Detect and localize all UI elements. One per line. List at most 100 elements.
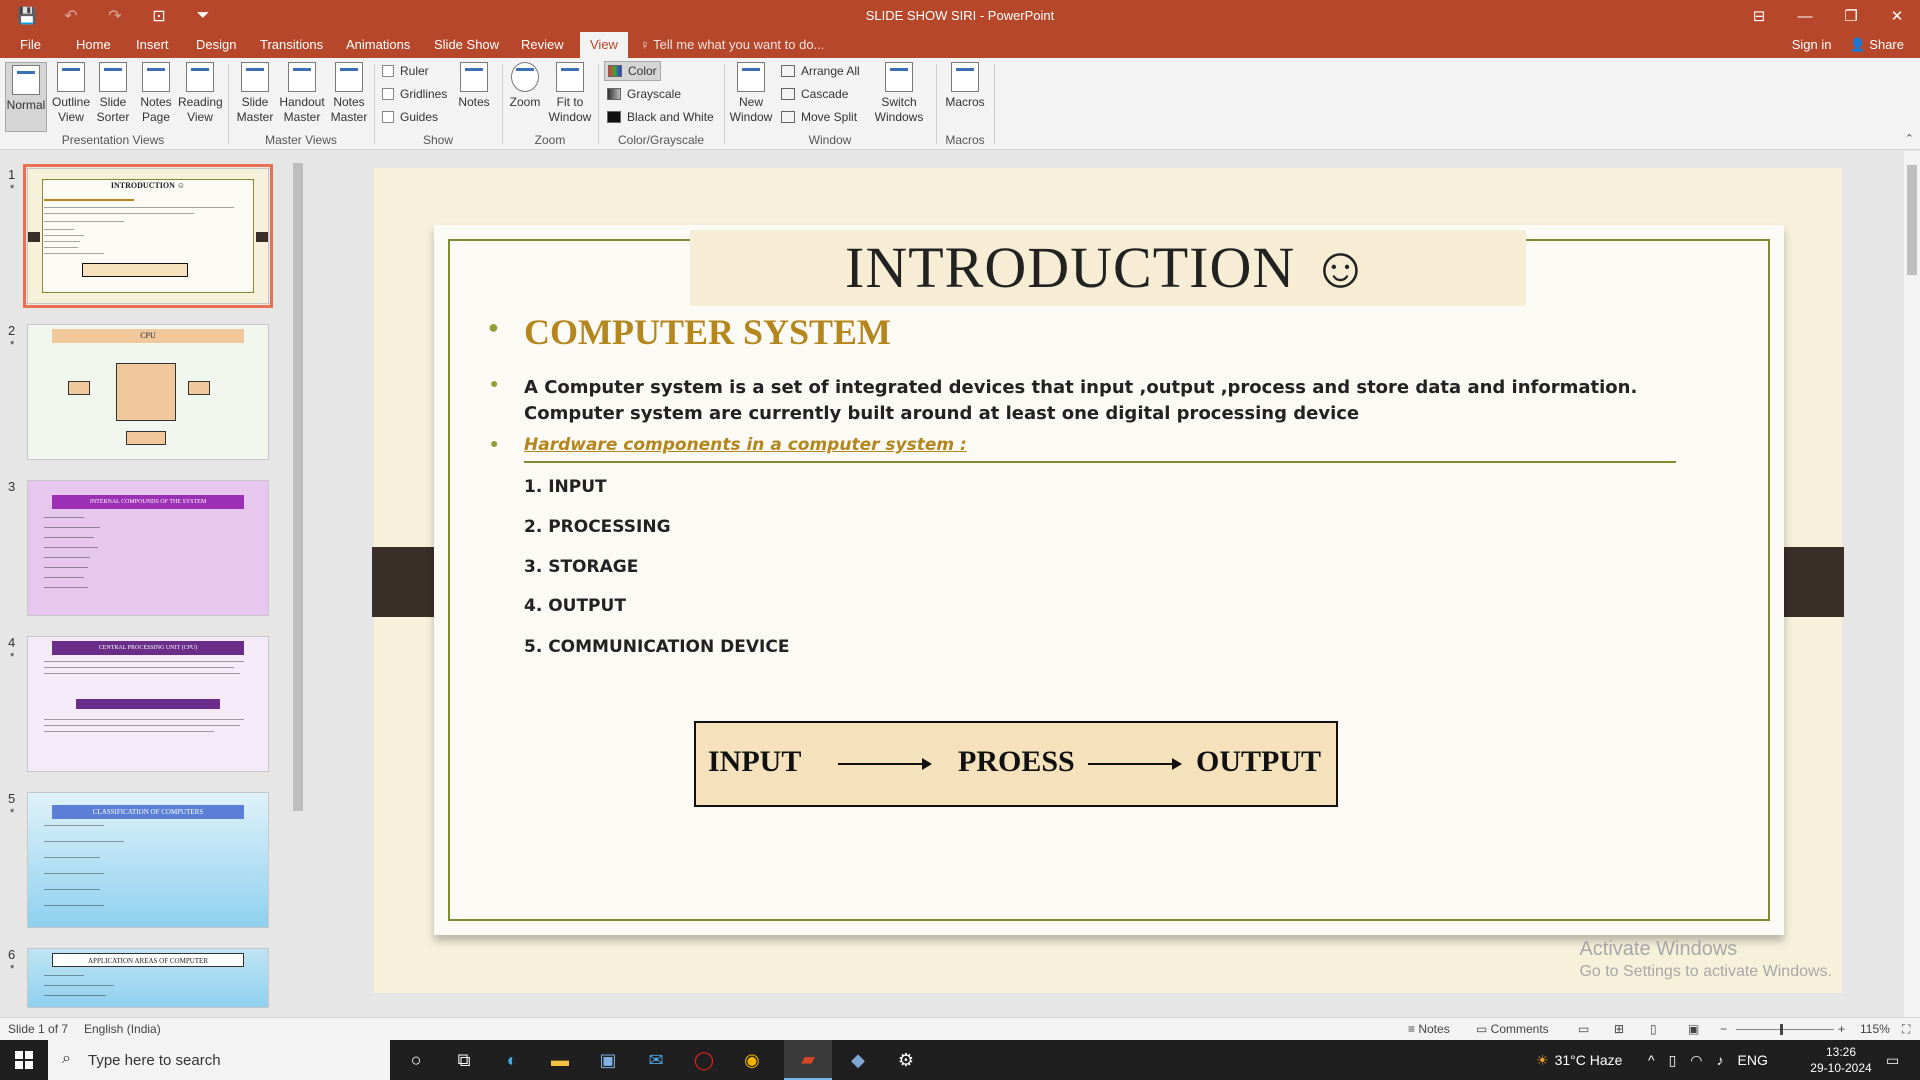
language-label[interactable]: ENG [1738,1052,1768,1068]
color-button[interactable]: Color [604,61,661,81]
comments-toggle[interactable]: ▭ Comments [1476,1022,1549,1036]
slide-sorter-button[interactable]: Slide Sorter [94,62,132,125]
fit-to-window-button[interactable]: Fit to Window [546,62,594,125]
weather-widget[interactable]: ☀ 31°C Haze [1536,1040,1622,1080]
language-indicator[interactable]: English (India) [84,1022,161,1036]
cascade-button[interactable]: Cascade [778,84,851,104]
restore-button[interactable]: ❐ [1828,0,1874,32]
reading-view-button[interactable]: Reading View [178,62,223,125]
zoom-in-icon[interactable]: + [1838,1022,1845,1036]
ribbon-display-options-icon[interactable]: ⊟ [1736,0,1782,32]
tab-slide-show[interactable]: Slide Show [428,32,505,58]
mail-icon[interactable]: ✉ [632,1040,680,1080]
slide-thumbnail-6[interactable]: APPLICATION AREAS OF COMPUTER [27,948,269,1008]
slide-description[interactable]: A Computer system is a set of integrated… [524,375,1704,427]
scrollbar-thumb[interactable] [293,163,303,811]
slide-master-button[interactable]: Slide Master [234,62,276,125]
cortana-icon[interactable]: ○ [392,1040,440,1080]
guides-checkbox[interactable]: Guides [382,110,438,124]
reading-view-icon[interactable]: ▯ [1650,1022,1657,1036]
zoom-slider[interactable] [1736,1029,1834,1030]
notifications-icon[interactable]: ▭ [1886,1040,1899,1080]
close-button[interactable]: ✕ [1874,0,1920,32]
switch-windows-button[interactable]: Switch Windows [870,62,928,125]
gridlines-checkbox[interactable]: Gridlines [382,87,447,101]
tell-me-box[interactable]: ♀ Tell me what you want to do... [640,32,824,58]
taskbar-search-box[interactable]: ⌕ Type here to search [48,1040,390,1080]
handout-master-button[interactable]: Handout Master [278,62,326,125]
windows-start-icon[interactable] [0,1040,48,1080]
wifi-icon[interactable]: ◠ [1690,1052,1702,1069]
slide-sorter-icon[interactable]: ⊞ [1614,1022,1624,1036]
thumb-line [44,661,244,662]
edge-icon[interactable]: ◐ [488,1040,536,1080]
slide-thumbnail-5[interactable]: CLASSIFICATION OF COMPUTERS [27,792,269,928]
scrollbar-thumb[interactable] [1907,165,1917,275]
collapse-ribbon-icon[interactable]: ⌃ [1905,132,1914,145]
slide-show-icon[interactable]: ▣ [1688,1022,1699,1036]
share-button[interactable]: 👤 Share [1849,32,1904,58]
zoom-button[interactable]: Zoom [506,62,544,110]
tab-transitions[interactable]: Transitions [254,32,329,58]
slide-scrollbar[interactable] [1904,151,1920,1017]
hardware-heading[interactable]: Hardware components in a computer system… [524,435,967,455]
slide-thumbnail-3[interactable]: INTERNAL COMPOUNDS OF THE SYSTEM [27,480,269,616]
tab-review[interactable]: Review [515,32,570,58]
list-item[interactable]: 1. INPUT [524,477,607,497]
group-separator [936,64,937,144]
grayscale-label: Grayscale [627,87,682,101]
new-window-button[interactable]: New Window [728,62,774,125]
notes-button[interactable]: Notes [454,62,494,110]
macros-button[interactable]: Macros [942,62,988,110]
slide-canvas[interactable]: INTRODUCTION ☺ ● COMPUTER SYSTEM ● A Com… [372,168,1844,993]
clock[interactable]: 13:26 29-10-2024 [1800,1040,1882,1080]
notes-master-button[interactable]: Notes Master [328,62,370,125]
app-icon[interactable]: ◆ [834,1040,882,1080]
slide-title[interactable]: INTRODUCTION ☺ [690,230,1526,306]
normal-view-button[interactable]: Normal [5,62,47,132]
powerpoint-icon[interactable]: ▰ [784,1040,832,1080]
tab-view[interactable]: View [580,32,628,58]
list-item[interactable]: 5. COMMUNICATION DEVICE [524,637,789,657]
chevron-up-icon[interactable]: ^ [1648,1052,1655,1068]
settings-icon[interactable]: ⚙ [882,1040,930,1080]
black-and-white-button[interactable]: Black and White [604,107,717,127]
chrome-icon[interactable]: ◉ [728,1040,776,1080]
arrange-all-button[interactable]: Arrange All [778,61,863,81]
opera-icon[interactable]: ◯ [680,1040,728,1080]
minimize-button[interactable]: — [1782,0,1828,32]
volume-icon[interactable]: ♪ [1717,1052,1724,1068]
move-split-button[interactable]: Move Split [778,107,860,127]
system-tray: ^ ▯ ◠ ♪ ENG [1648,1040,1768,1080]
input-process-output-box[interactable]: INPUT PROESS OUTPUT [694,721,1338,807]
zoom-out-icon[interactable]: − [1720,1022,1727,1036]
notes-toggle[interactable]: ≡ Notes [1408,1022,1450,1036]
slide-heading[interactable]: COMPUTER SYSTEM [524,311,891,353]
zoom-slider-thumb[interactable] [1780,1024,1783,1035]
list-item[interactable]: 4. OUTPUT [524,596,626,616]
store-icon[interactable]: ▣ [584,1040,632,1080]
thumbnail-scrollbar[interactable] [290,151,306,1017]
fit-slide-icon[interactable]: ⛶ [1902,1022,1910,1037]
list-item[interactable]: 2. PROCESSING [524,517,671,537]
tab-home[interactable]: Home [70,32,117,58]
tab-file[interactable]: File [14,32,47,58]
slide-thumbnail-1[interactable]: INTRODUCTION ☺ [23,164,273,308]
slide-thumbnail-2[interactable]: CPU [27,324,269,460]
tab-design[interactable]: Design [190,32,242,58]
slide-thumbnail-4[interactable]: CENTRAL PROCESSING UNIT (CPU) [27,636,269,772]
task-view-icon[interactable]: ⧉ [440,1040,488,1080]
normal-view-icon[interactable]: ▭ [1578,1022,1589,1036]
sign-in-link[interactable]: Sign in [1792,32,1832,58]
tab-animations[interactable]: Animations [340,32,416,58]
zoom-level[interactable]: 115% [1860,1022,1890,1036]
grayscale-button[interactable]: Grayscale [604,84,684,104]
file-explorer-icon[interactable]: ▬ [536,1040,584,1080]
notes-page-button[interactable]: Notes Page [136,62,176,125]
ruler-checkbox[interactable]: Ruler [382,64,429,78]
thumb-line [44,527,100,528]
tab-insert[interactable]: Insert [130,32,175,58]
network-icon[interactable]: ▯ [1669,1052,1677,1069]
list-item[interactable]: 3. STORAGE [524,557,638,577]
outline-view-button[interactable]: Outline View [50,62,92,125]
